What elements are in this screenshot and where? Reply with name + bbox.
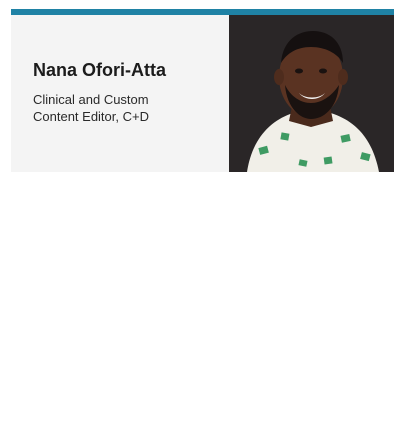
profile-card: Nana Ofori-Atta Clinical and Custom Cont… [11,9,394,172]
portrait-illustration [229,15,394,172]
profile-text: Nana Ofori-Atta Clinical and Custom Cont… [33,59,223,125]
profile-photo [229,15,394,172]
profile-job-title-line1: Clinical and Custom [33,92,149,107]
profile-name: Nana Ofori-Atta [33,60,167,80]
profile-job-title-line2: Content Editor, C+D [33,109,149,124]
profile-job-title: Clinical and Custom Content Editor, C+D [33,91,223,125]
